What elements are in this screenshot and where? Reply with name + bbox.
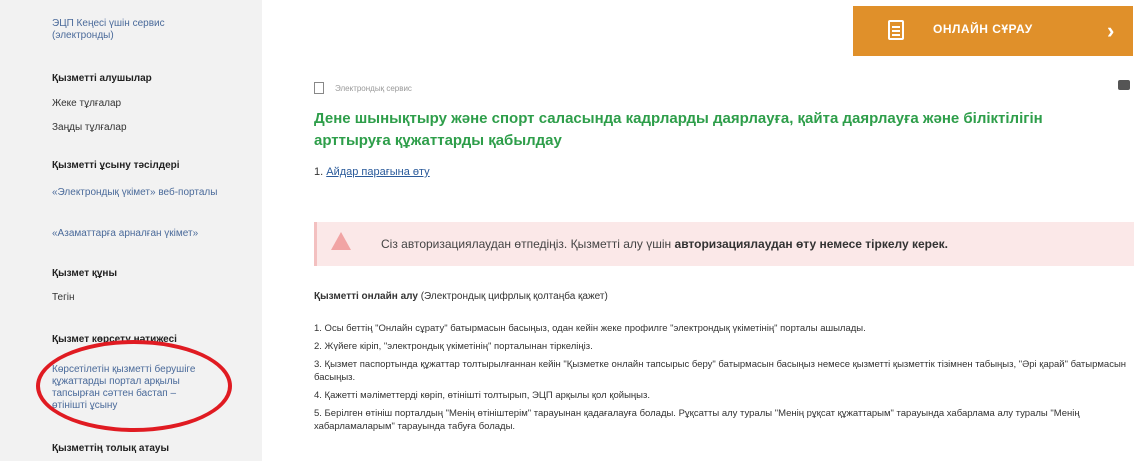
providers-heading: Қызметті алушылар (52, 73, 152, 84)
alert-text: Сіз авторизациялаудан өтпедіңіз. Қызметт… (381, 237, 948, 251)
sidebar-top-link-1[interactable]: ЭЦП Кеңесі үшін сервис (52, 18, 165, 30)
auth-alert: Сіз авторизациялаудан өтпедіңіз. Қызметт… (314, 222, 1134, 266)
document-icon (888, 20, 904, 40)
provider-individuals: Жеке тұлғалар (52, 98, 122, 109)
cost-heading: Қызмет құны (52, 268, 118, 279)
print-icon[interactable] (1118, 80, 1130, 90)
sidebar-top-link-2[interactable]: (электронды) (52, 30, 114, 42)
warning-icon (331, 232, 351, 250)
cost-value: Тегін (52, 292, 75, 303)
list-item: 4. Қажетті мәліметтерді көріп, өтінішті … (314, 390, 650, 401)
online-section-heading: Қызметті онлайн алу (Электрондық цифрлық… (314, 291, 608, 302)
page-link-prefix: 1. (314, 166, 327, 178)
online-request-button[interactable]: ОНЛАЙН СҰРАУ › (853, 6, 1133, 56)
page-link-row: 1. Айдар парағына өту (314, 166, 430, 178)
page-link[interactable]: Айдар парағына өту (326, 166, 429, 178)
alert-text-normal: Сіз авторизациялаудан өтпедіңіз. Қызметт… (381, 237, 675, 251)
provider-legal: Заңды тұлғалар (52, 122, 127, 133)
online-request-label: ОНЛАЙН СҰРАУ (933, 22, 1033, 36)
sidebar: ЭЦП Кеңесі үшін сервис (электронды) Қызм… (0, 0, 262, 461)
online-section-bold: Қызметті онлайн алу (314, 291, 418, 302)
home-icon[interactable] (314, 82, 324, 94)
alert-text-bold[interactable]: авторизациялаудан өту немесе тіркелу кер… (675, 237, 949, 251)
list-item: 2. Жүйеге кіріп, "электрондық үкіметінің… (314, 341, 593, 352)
online-section-rest: (Электрондық цифрлық қолтаңба қажет) (417, 291, 608, 302)
list-item: 1. Осы беттің "Онлайн сұрату" батырмасын… (314, 323, 866, 334)
page-title: Дене шынықтыру және спорт саласында кадр… (314, 110, 1043, 149)
breadcrumb[interactable]: Электрондық сервис (335, 84, 412, 93)
full-name-heading: Қызметтің толық атауы (52, 443, 170, 454)
steps-list: 1. Осы беттің "Онлайн сұрату" батырмасын… (314, 322, 1134, 438)
chevron-right-icon: › (1107, 18, 1115, 43)
highlight-ellipse (36, 340, 232, 432)
list-item: 5. Берілген өтініш порталдың "Менің өтін… (314, 408, 1080, 432)
method-gov-for-citizens[interactable]: «Азаматтарға арналған үкімет» (52, 228, 198, 240)
methods-heading: Қызметті ұсыну тәсілдері (52, 160, 180, 171)
list-item: 3. Қызмет паспортында құжаттар толтырылғ… (314, 359, 1127, 383)
method-egov-portal[interactable]: «Электрондық үкімет» веб-порталы (52, 187, 217, 199)
